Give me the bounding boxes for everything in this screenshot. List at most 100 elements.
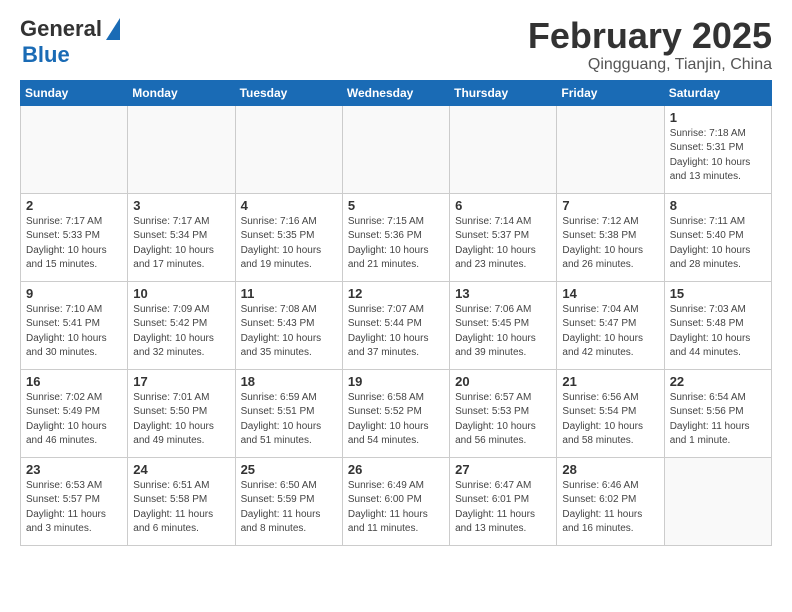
calendar-cell: 11 Sunrise: 7:08 AM Sunset: 5:43 PM Dayli… — [235, 281, 342, 369]
day-info: Sunrise: 7:11 AM Sunset: 5:40 PM Dayligh… — [670, 215, 766, 273]
day-info: Sunrise: 7:02 AM Sunset: 5:49 PM Dayligh… — [26, 391, 122, 449]
day-info: Sunrise: 7:18 AM Sunset: 5:31 PM Dayligh… — [670, 127, 766, 185]
calendar-cell: 12 Sunrise: 7:07 AM Sunset: 5:44 PM Dayli… — [342, 281, 449, 369]
calendar-cell: 4 Sunrise: 7:16 AM Sunset: 5:35 PM Daylig… — [235, 193, 342, 281]
day-info: Sunrise: 6:59 AM Sunset: 5:51 PM Dayligh… — [241, 391, 337, 449]
calendar-cell: 18 Sunrise: 6:59 AM Sunset: 5:51 PM Dayli… — [235, 369, 342, 457]
day-number: 23 — [26, 462, 122, 477]
day-number: 15 — [670, 286, 766, 301]
calendar-cell: 28Sunrise: 6:46 AM Sunset: 6:02 PM Dayli… — [557, 457, 664, 545]
title-section: February 2025 Qingguang, Tianjin, China — [528, 16, 772, 74]
day-number: 24 — [133, 462, 229, 477]
day-info: Sunrise: 6:57 AM Sunset: 5:53 PM Dayligh… — [455, 391, 551, 449]
calendar-cell: 27 Sunrise: 6:47 AM Sunset: 6:01 PM Dayli… — [450, 457, 557, 545]
day-number: 12 — [348, 286, 444, 301]
calendar-cell: 22 Sunrise: 6:54 AM Sunset: 5:56 PM Dayli… — [664, 369, 771, 457]
day-number: 27 — [455, 462, 551, 477]
header-tuesday: Tuesday — [235, 80, 342, 105]
calendar-week-5: 23 Sunrise: 6:53 AM Sunset: 5:57 PM Dayli… — [21, 457, 772, 545]
calendar-cell: 5 Sunrise: 7:15 AM Sunset: 5:36 PM Daylig… — [342, 193, 449, 281]
header-thursday: Thursday — [450, 80, 557, 105]
calendar-cell: 14 Sunrise: 7:04 AM Sunset: 5:47 PM Dayli… — [557, 281, 664, 369]
calendar-cell — [21, 105, 128, 193]
calendar-cell: 15Sunrise: 7:03 AM Sunset: 5:48 PM Dayli… — [664, 281, 771, 369]
day-info: Sunrise: 6:54 AM Sunset: 5:56 PM Dayligh… — [670, 391, 766, 449]
day-info: Sunrise: 6:51 AM Sunset: 5:58 PM Dayligh… — [133, 479, 229, 537]
page-container: General Blue February 2025 Qingguang, Ti… — [0, 0, 792, 556]
day-number: 13 — [455, 286, 551, 301]
calendar-cell: 8 Sunrise: 7:11 AM Sunset: 5:40 PM Daylig… — [664, 193, 771, 281]
day-info: Sunrise: 7:08 AM Sunset: 5:43 PM Dayligh… — [241, 303, 337, 361]
calendar-week-4: 16 Sunrise: 7:02 AM Sunset: 5:49 PM Dayli… — [21, 369, 772, 457]
calendar-cell: 24 Sunrise: 6:51 AM Sunset: 5:58 PM Dayli… — [128, 457, 235, 545]
calendar-cell: 13 Sunrise: 7:06 AM Sunset: 5:45 PM Dayli… — [450, 281, 557, 369]
header-saturday: Saturday — [664, 80, 771, 105]
calendar-cell: 6Sunrise: 7:14 AM Sunset: 5:37 PM Daylig… — [450, 193, 557, 281]
day-number: 16 — [26, 374, 122, 389]
day-number: 21 — [562, 374, 658, 389]
day-number: 11 — [241, 286, 337, 301]
day-info: Sunrise: 7:17 AM Sunset: 5:34 PM Dayligh… — [133, 215, 229, 273]
day-info: Sunrise: 7:04 AM Sunset: 5:47 PM Dayligh… — [562, 303, 658, 361]
calendar-week-1: 1 Sunrise: 7:18 AM Sunset: 5:31 PM Daylig… — [21, 105, 772, 193]
logo-general: General — [20, 16, 102, 42]
day-info: Sunrise: 7:17 AM Sunset: 5:33 PM Dayligh… — [26, 215, 122, 273]
day-number: 25 — [241, 462, 337, 477]
header-wednesday: Wednesday — [342, 80, 449, 105]
day-info: Sunrise: 6:50 AM Sunset: 5:59 PM Dayligh… — [241, 479, 337, 537]
day-number: 8 — [670, 198, 766, 213]
day-info: Sunrise: 6:46 AM Sunset: 6:02 PM Dayligh… — [562, 479, 658, 537]
day-info: Sunrise: 7:16 AM Sunset: 5:35 PM Dayligh… — [241, 215, 337, 273]
day-number: 10 — [133, 286, 229, 301]
calendar-cell: 20 Sunrise: 6:57 AM Sunset: 5:53 PM Dayli… — [450, 369, 557, 457]
calendar-cell: 7Sunrise: 7:12 AM Sunset: 5:38 PM Daylig… — [557, 193, 664, 281]
day-info: Sunrise: 6:47 AM Sunset: 6:01 PM Dayligh… — [455, 479, 551, 537]
calendar-cell: 2 Sunrise: 7:17 AM Sunset: 5:33 PM Daylig… — [21, 193, 128, 281]
day-number: 5 — [348, 198, 444, 213]
calendar-cell — [664, 457, 771, 545]
day-info: Sunrise: 6:56 AM Sunset: 5:54 PM Dayligh… — [562, 391, 658, 449]
day-number: 22 — [670, 374, 766, 389]
day-number: 19 — [348, 374, 444, 389]
header-friday: Friday — [557, 80, 664, 105]
logo-blue: Blue — [22, 42, 70, 68]
day-number: 1 — [670, 110, 766, 125]
calendar-cell: 26 Sunrise: 6:49 AM Sunset: 6:00 PM Dayli… — [342, 457, 449, 545]
logo-icon — [106, 18, 120, 40]
header-monday: Monday — [128, 80, 235, 105]
day-number: 6 — [455, 198, 551, 213]
calendar-cell: 10 Sunrise: 7:09 AM Sunset: 5:42 PM Dayli… — [128, 281, 235, 369]
day-number: 2 — [26, 198, 122, 213]
logo: General Blue — [20, 16, 120, 68]
day-info: Sunrise: 7:06 AM Sunset: 5:45 PM Dayligh… — [455, 303, 551, 361]
calendar-cell: 9Sunrise: 7:10 AM Sunset: 5:41 PM Daylig… — [21, 281, 128, 369]
location-subtitle: Qingguang, Tianjin, China — [528, 56, 772, 74]
header: General Blue February 2025 Qingguang, Ti… — [20, 16, 772, 74]
calendar-cell: 19Sunrise: 6:58 AM Sunset: 5:52 PM Dayli… — [342, 369, 449, 457]
calendar-cell — [450, 105, 557, 193]
day-info: Sunrise: 6:49 AM Sunset: 6:00 PM Dayligh… — [348, 479, 444, 537]
day-number: 3 — [133, 198, 229, 213]
day-number: 20 — [455, 374, 551, 389]
calendar-cell: 23 Sunrise: 6:53 AM Sunset: 5:57 PM Dayli… — [21, 457, 128, 545]
day-number: 9 — [26, 286, 122, 301]
calendar-cell: 1 Sunrise: 7:18 AM Sunset: 5:31 PM Daylig… — [664, 105, 771, 193]
day-info: Sunrise: 7:15 AM Sunset: 5:36 PM Dayligh… — [348, 215, 444, 273]
day-info: Sunrise: 7:12 AM Sunset: 5:38 PM Dayligh… — [562, 215, 658, 273]
day-number: 26 — [348, 462, 444, 477]
day-info: Sunrise: 7:07 AM Sunset: 5:44 PM Dayligh… — [348, 303, 444, 361]
calendar-cell — [557, 105, 664, 193]
day-info: Sunrise: 7:09 AM Sunset: 5:42 PM Dayligh… — [133, 303, 229, 361]
day-info: Sunrise: 6:53 AM Sunset: 5:57 PM Dayligh… — [26, 479, 122, 537]
day-number: 14 — [562, 286, 658, 301]
calendar-week-3: 9Sunrise: 7:10 AM Sunset: 5:41 PM Daylig… — [21, 281, 772, 369]
month-year-title: February 2025 — [528, 16, 772, 56]
calendar-cell: 17Sunrise: 7:01 AM Sunset: 5:50 PM Dayli… — [128, 369, 235, 457]
day-number: 4 — [241, 198, 337, 213]
calendar-cell: 25 Sunrise: 6:50 AM Sunset: 5:59 PM Dayli… — [235, 457, 342, 545]
day-number: 17 — [133, 374, 229, 389]
calendar-cell — [235, 105, 342, 193]
weekday-header-row: Sunday Monday Tuesday Wednesday Thursday… — [21, 80, 772, 105]
day-number: 18 — [241, 374, 337, 389]
calendar-cell: 3 Sunrise: 7:17 AM Sunset: 5:34 PM Daylig… — [128, 193, 235, 281]
